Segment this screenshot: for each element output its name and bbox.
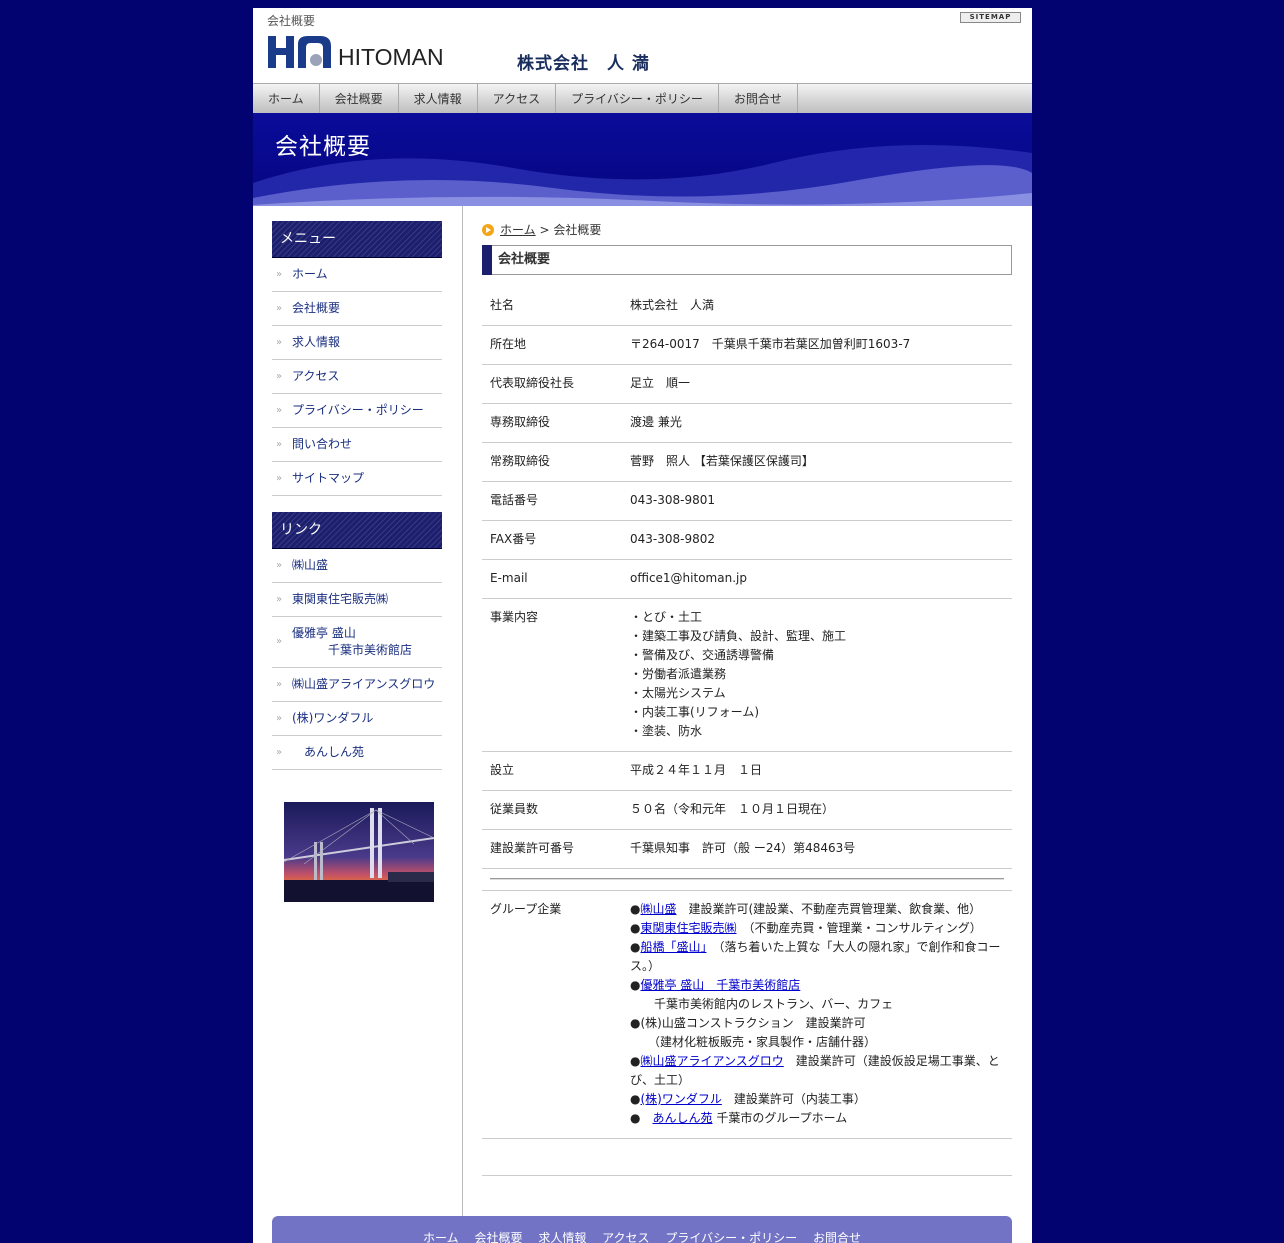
footer-link-recruit[interactable]: 求人情報 xyxy=(538,1231,586,1243)
table-row: 代表取締役社長 足立 順一 xyxy=(482,364,1012,404)
breadcrumb-arrow-icon xyxy=(482,224,494,236)
table-row: 所在地 〒264-0017 千葉県千葉市若葉区加曽利町1603-7 xyxy=(482,325,1012,365)
table-row: 常務取締役 菅野 照人 【若葉保護区保護司】 xyxy=(482,442,1012,482)
column-divider xyxy=(462,206,463,1216)
link-anshinen[interactable]: » あんしん苑 xyxy=(272,736,442,770)
header: 会社概要 SITEMAP HITOMAN 株式会社 人 満 xyxy=(253,8,1032,83)
sidebar-item-recruit[interactable]: » 求人情報 xyxy=(272,326,442,360)
main-content: ホーム > 会社概要 会社概要 社名 株式会社 人満 所在地 〒264-0017 千… xyxy=(482,221,1012,1176)
logo-text: HITOMAN xyxy=(338,44,444,70)
group-link-anshinen[interactable]: あんしん苑 xyxy=(652,1111,712,1125)
hero-banner: 会社概要 xyxy=(253,113,1032,206)
link-yamamori-alliance[interactable]: » ㈱山盛アライアンスグロウ xyxy=(272,668,442,702)
sidebar-item-contact[interactable]: » 問い合わせ xyxy=(272,428,442,462)
sidebar-item-home[interactable]: » ホーム xyxy=(272,258,442,292)
group-link-funabashi[interactable]: 船橋「盛山」 xyxy=(640,940,706,954)
gnav-access[interactable]: アクセス xyxy=(478,84,557,114)
section-heading: 会社概要 xyxy=(482,245,1012,275)
double-arrow-icon: » xyxy=(276,336,283,348)
footer: ホーム 会社概要 求人情報 アクセス プライバシー・ポリシー お問合せ xyxy=(272,1216,1012,1243)
breadcrumb: ホーム > 会社概要 xyxy=(482,221,1012,239)
sidebar-item-privacy[interactable]: » プライバシー・ポリシー xyxy=(272,394,442,428)
double-arrow-icon: » xyxy=(276,559,283,571)
double-arrow-icon: » xyxy=(276,404,283,416)
table-row-group: グループ企業 ●㈱山盛 建設業許可(建設業、不動産売買管理業、飲食業、他） ●東… xyxy=(482,890,1012,1139)
links-heading: リンク xyxy=(272,512,442,549)
breadcrumb-home-link[interactable]: ホーム xyxy=(500,223,536,237)
link-wonderful[interactable]: » (株)ワンダフル xyxy=(272,702,442,736)
hero-title: 会社概要 xyxy=(275,134,371,160)
group-link-yamamori[interactable]: ㈱山盛 xyxy=(640,902,676,916)
group-link-wonderful[interactable]: (株)ワンダフル xyxy=(640,1092,721,1106)
group-link-yugatei[interactable]: 優雅亭 盛山 千葉市美術館店 xyxy=(640,978,800,992)
bottom-rule xyxy=(482,1175,1012,1176)
gnav-privacy[interactable]: プライバシー・ポリシー xyxy=(556,84,719,114)
table-row: 従業員数 ５０名（令和元年 １０月１日現在） xyxy=(482,790,1012,830)
double-arrow-icon: » xyxy=(276,268,283,280)
hitoman-logo-mark-icon xyxy=(268,36,331,68)
links-list: » ㈱山盛 » 東関東住宅販売㈱ » 優雅亭 盛山 千葉市美術館店 » ㈱山盛アライアンス… xyxy=(272,549,442,770)
sidebar-item-access[interactable]: » アクセス xyxy=(272,360,442,394)
double-arrow-icon: » xyxy=(276,302,283,314)
double-arrow-icon: » xyxy=(276,593,283,605)
footer-link-privacy[interactable]: プライバシー・ポリシー xyxy=(665,1231,797,1243)
double-arrow-icon: » xyxy=(276,370,283,382)
logo[interactable]: HITOMAN xyxy=(268,34,458,70)
global-nav: ホーム 会社概要 求人情報 アクセス プライバシー・ポリシー お問合せ xyxy=(253,83,1032,115)
page: 会社概要 SITEMAP HITOMAN 株式会社 人 満 ホーム 会社概要 求… xyxy=(253,8,1032,1243)
sidebar: メニュー » ホーム » 会社概要 » 求人情報 » アクセス » プライバシー・ポリシー… xyxy=(272,221,442,902)
double-arrow-icon: » xyxy=(276,712,283,724)
footer-link-company[interactable]: 会社概要 xyxy=(474,1231,522,1243)
double-arrow-icon: » xyxy=(276,472,283,484)
table-row: 建設業許可番号 千葉県知事 許可（般 ー24）第48463号 xyxy=(482,829,1012,869)
footer-link-home[interactable]: ホーム xyxy=(423,1231,459,1243)
group-link-higashikanto[interactable]: 東関東住宅販売㈱ xyxy=(640,921,736,935)
bridge-photo xyxy=(284,802,434,902)
table-row: 専務取締役 渡邊 兼光 xyxy=(482,403,1012,443)
table-row: 電話番号 043-308-9801 xyxy=(482,481,1012,521)
menu-list: » ホーム » 会社概要 » 求人情報 » アクセス » プライバシー・ポリシー » 問い合… xyxy=(272,258,442,496)
table-row: E-mail office1@hitoman.jp xyxy=(482,559,1012,599)
company-name: 株式会社 人 満 xyxy=(517,54,650,74)
gnav-company[interactable]: 会社概要 xyxy=(320,84,399,114)
breadcrumb-current: 会社概要 xyxy=(553,223,602,237)
double-arrow-icon: » xyxy=(276,438,283,450)
gnav-home[interactable]: ホーム xyxy=(253,84,320,114)
table-row-business: 事業内容 ・とび・土工 ・建築工事及び請負、設計、監理、施工 ・警備及び、交通誘… xyxy=(482,598,1012,752)
horizontal-rule xyxy=(490,878,1004,880)
footer-link-contact[interactable]: お問合せ xyxy=(813,1231,861,1243)
divider-row xyxy=(482,868,1012,891)
double-arrow-icon: » xyxy=(276,636,283,647)
link-higashikanto[interactable]: » 東関東住宅販売㈱ xyxy=(272,583,442,617)
sitemap-button[interactable]: SITEMAP xyxy=(960,12,1021,23)
gnav-recruit[interactable]: 求人情報 xyxy=(399,84,478,114)
page-title: 会社概要 xyxy=(267,14,316,28)
link-yugatei[interactable]: » 優雅亭 盛山 千葉市美術館店 xyxy=(272,617,442,668)
gnav-contact[interactable]: お問合せ xyxy=(719,84,798,114)
company-info-table: 社名 株式会社 人満 所在地 〒264-0017 千葉県千葉市若葉区加曽利町1603… xyxy=(482,287,1012,1139)
table-row: FAX番号 043-308-9802 xyxy=(482,520,1012,560)
double-arrow-icon: » xyxy=(276,746,283,758)
sidebar-item-sitemap[interactable]: » サイトマップ xyxy=(272,462,442,496)
menu-heading: メニュー xyxy=(272,221,442,258)
double-arrow-icon: » xyxy=(276,678,283,690)
link-yamamori[interactable]: » ㈱山盛 xyxy=(272,549,442,583)
group-link-alliance[interactable]: ㈱山盛アライアンスグロウ xyxy=(640,1054,783,1068)
table-row: 社名 株式会社 人満 xyxy=(482,287,1012,326)
sidebar-item-company[interactable]: » 会社概要 xyxy=(272,292,442,326)
table-row: 設立 平成２４年１１月 １日 xyxy=(482,751,1012,791)
footer-link-access[interactable]: アクセス xyxy=(602,1231,649,1243)
